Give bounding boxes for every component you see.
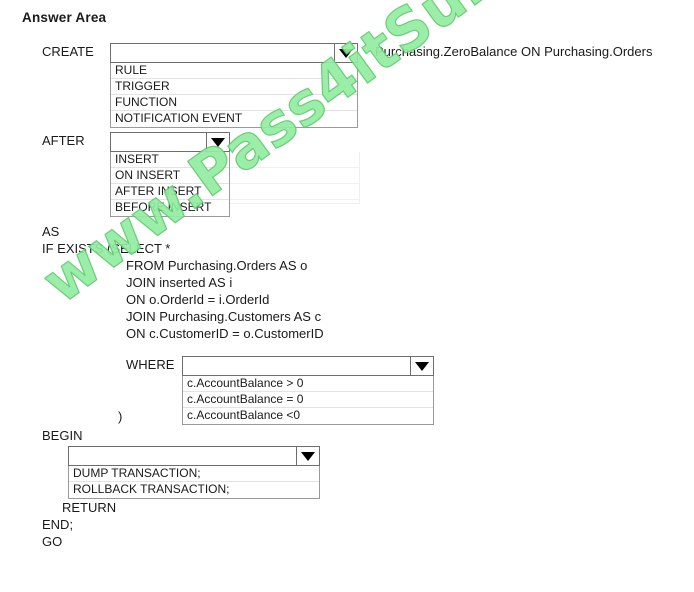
begin-statement-dropdown-toggle[interactable] — [296, 447, 319, 465]
chevron-down-icon — [415, 361, 429, 371]
where-predicate-dropdown[interactable]: c.AccountBalance > 0 c.AccountBalance = … — [182, 356, 434, 425]
where-keyword-label: WHERE — [126, 357, 175, 372]
sql-line-join-customers: JOIN Purchasing.Customers AS c — [126, 309, 322, 324]
create-object-dropdown-field[interactable] — [110, 43, 358, 63]
dropdown-option[interactable]: c.AccountBalance > 0 — [183, 376, 433, 392]
where-predicate-dropdown-value — [183, 357, 410, 375]
dropdown-option[interactable]: DUMP TRANSACTION; — [69, 466, 319, 482]
sql-close-paren: ) — [118, 409, 123, 424]
answer-area-canvas: Answer Area CREATE Purchasing.ZeroBalanc… — [0, 0, 694, 592]
create-object-dropdown-value — [111, 44, 334, 62]
chevron-down-icon — [211, 137, 225, 147]
sql-line-on-customerid: ON c.CustomerID = o.CustomerID — [126, 326, 324, 341]
dropdown-option[interactable]: RULE — [111, 63, 357, 79]
dropdown-option[interactable]: ROLLBACK TRANSACTION; — [69, 482, 319, 498]
after-event-dropdown-list[interactable]: INSERT ON INSERT AFTER INSERT BEFORE INS… — [110, 152, 230, 217]
sql-line-end: END; — [42, 517, 74, 532]
page-title: Answer Area — [22, 10, 107, 25]
create-object-dropdown-list[interactable]: RULE TRIGGER FUNCTION NOTIFICATION EVENT — [110, 63, 358, 128]
dropdown-option[interactable]: TRIGGER — [111, 79, 357, 95]
where-predicate-dropdown-field[interactable] — [182, 356, 434, 376]
begin-statement-dropdown-list[interactable]: DUMP TRANSACTION; ROLLBACK TRANSACTION; — [68, 466, 320, 499]
begin-keyword-label: BEGIN — [42, 428, 83, 443]
create-object-dropdown[interactable]: RULE TRIGGER FUNCTION NOTIFICATION EVENT — [110, 43, 358, 128]
dropdown-option[interactable]: c.AccountBalance = 0 — [183, 392, 433, 408]
where-predicate-dropdown-toggle[interactable] — [410, 357, 433, 375]
dropdown-option[interactable]: NOTIFICATION EVENT — [111, 111, 357, 127]
begin-statement-dropdown-value — [69, 447, 296, 465]
begin-statement-dropdown[interactable]: DUMP TRANSACTION; ROLLBACK TRANSACTION; — [68, 446, 320, 499]
after-event-dropdown[interactable]: INSERT ON INSERT AFTER INSERT BEFORE INS… — [110, 132, 230, 217]
sql-line-from: FROM Purchasing.Orders AS o — [126, 258, 308, 273]
sql-line-as: AS — [42, 224, 60, 239]
after-event-dropdown-toggle[interactable] — [206, 133, 229, 151]
create-tail-text: Purchasing.ZeroBalance ON Purchasing.Ord… — [375, 44, 653, 59]
after-event-dropdown-value — [111, 133, 206, 151]
create-keyword-label: CREATE — [42, 44, 94, 59]
chevron-down-icon — [301, 451, 315, 461]
sql-line-join-inserted: JOIN inserted AS i — [126, 275, 233, 290]
dropdown-option[interactable]: c.AccountBalance <0 — [183, 408, 433, 424]
sql-line-on-orderid: ON o.OrderId = i.OrderId — [126, 292, 270, 307]
after-keyword-label: AFTER — [42, 133, 85, 148]
sql-line-go: GO — [42, 534, 63, 549]
where-predicate-dropdown-list[interactable]: c.AccountBalance > 0 c.AccountBalance = … — [182, 376, 434, 425]
after-event-dropdown-field[interactable] — [110, 132, 230, 152]
dropdown-option[interactable]: AFTER INSERT — [111, 184, 229, 200]
chevron-down-icon — [339, 48, 353, 58]
sql-line-return: RETURN — [62, 500, 117, 515]
sql-line-if-exists: IF EXISTS (SELECT * — [42, 241, 171, 256]
dropdown-option[interactable]: FUNCTION — [111, 95, 357, 111]
create-object-dropdown-toggle[interactable] — [334, 44, 357, 62]
dropdown-option[interactable]: INSERT — [111, 152, 229, 168]
dropdown-option[interactable]: BEFORE INSERT — [111, 200, 229, 216]
begin-statement-dropdown-field[interactable] — [68, 446, 320, 466]
dropdown-option[interactable]: ON INSERT — [111, 168, 229, 184]
